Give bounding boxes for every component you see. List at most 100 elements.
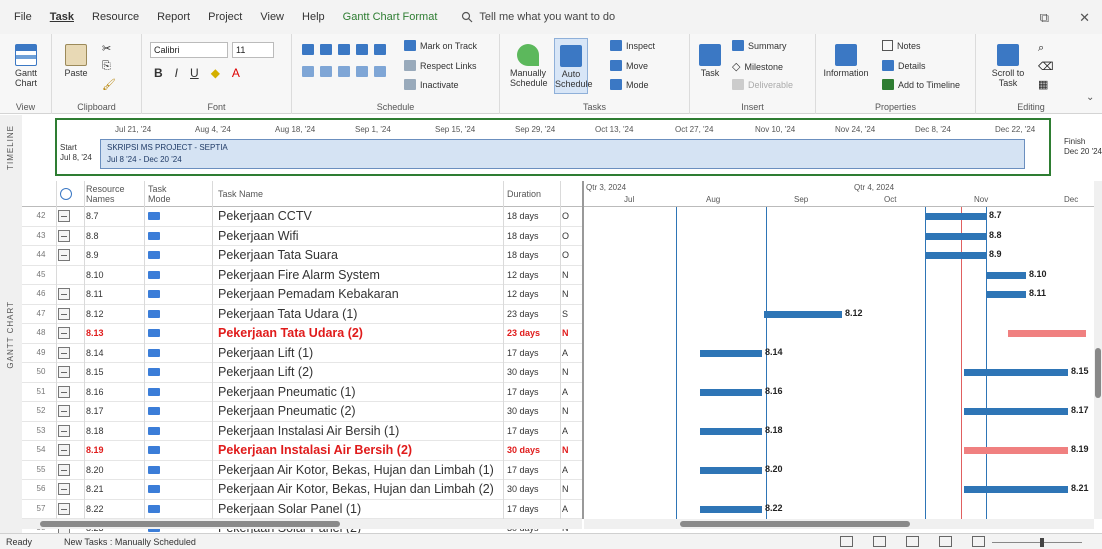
split-icon[interactable] (374, 66, 386, 77)
task-bar[interactable] (986, 291, 1026, 298)
task-bar[interactable] (1008, 330, 1086, 337)
task-name-cell[interactable]: Pekerjaan Wifi (218, 229, 299, 243)
duration-cell[interactable]: 23 days (507, 309, 539, 319)
team-planner-icon[interactable] (906, 536, 919, 547)
task-name-cell[interactable]: Pekerjaan Tata Udara (2) (218, 326, 363, 340)
start-cell[interactable]: N (562, 445, 569, 455)
resource-cell[interactable]: 8.13 (86, 328, 104, 338)
task-bar[interactable] (926, 232, 986, 240)
auto-schedule-button[interactable]: Auto Schedule (554, 38, 593, 94)
find-icon[interactable]: ⌕ (1038, 42, 1044, 55)
tell-me-box[interactable]: Tell me what you want to do (461, 11, 615, 23)
task-name-cell[interactable]: Pekerjaan Solar Panel (1) (218, 502, 361, 516)
start-cell[interactable]: N (562, 367, 569, 377)
indicator-icon[interactable] (58, 444, 70, 456)
italic-icon[interactable]: I (175, 66, 178, 80)
summary-button[interactable]: Summary (732, 40, 787, 51)
timeline-project-bar[interactable]: SKRIPSI MS PROJECT - SEPTIA Jul 8 '24 - … (100, 139, 1025, 169)
auto-schedule-mode-icon[interactable] (148, 368, 160, 376)
manually-schedule-button[interactable]: Manually Schedule (510, 44, 548, 88)
task-bar[interactable] (964, 486, 1068, 493)
task-usage-icon[interactable] (873, 536, 886, 547)
col-duration[interactable]: Duration (507, 189, 541, 199)
insert-task-button[interactable]: Task (696, 44, 724, 78)
highlight-icon[interactable]: ◆ (211, 66, 220, 80)
start-cell[interactable]: A (562, 465, 568, 475)
auto-schedule-mode-icon[interactable] (148, 504, 160, 513)
resource-cell[interactable]: 8.22 (86, 504, 104, 514)
duration-cell[interactable]: 30 days (507, 367, 539, 377)
menu-gantt-format[interactable]: Gantt Chart Format (343, 11, 438, 23)
start-cell[interactable]: A (562, 387, 568, 397)
table-row[interactable]: 48 8.13 Pekerjaan Tata Udara (2) 23 days N (22, 324, 582, 344)
resource-cell[interactable]: 8.20 (86, 465, 104, 475)
auto-schedule-mode-icon[interactable] (148, 485, 160, 493)
task-bar[interactable] (764, 310, 842, 318)
auto-schedule-mode-icon[interactable] (148, 231, 160, 240)
indicator-icon[interactable] (58, 424, 70, 437)
move-button[interactable]: Move (610, 60, 648, 71)
percent-0-icon[interactable] (302, 44, 314, 55)
collapse-ribbon-icon[interactable]: ⌄ (1086, 92, 1094, 103)
task-bar[interactable] (964, 447, 1068, 454)
menu-file[interactable]: File (14, 11, 32, 23)
task-bar[interactable] (700, 505, 762, 513)
table-row[interactable]: 42 8.7 Pekerjaan CCTV 18 days O (22, 207, 582, 227)
format-painter-icon[interactable]: 🖌 (102, 78, 116, 91)
auto-schedule-mode-icon[interactable] (148, 212, 160, 220)
menu-report[interactable]: Report (157, 11, 190, 23)
table-row[interactable]: 52 8.17 Pekerjaan Pneumatic (2) 30 days N (22, 402, 582, 422)
indicator-icon[interactable] (58, 502, 70, 515)
underline-icon[interactable]: U (190, 66, 199, 80)
duration-cell[interactable]: 17 days (507, 504, 539, 514)
auto-schedule-mode-icon[interactable] (148, 348, 160, 357)
start-cell[interactable]: S (562, 309, 568, 319)
table-row[interactable]: 57 8.22 Pekerjaan Solar Panel (1) 17 days A (22, 500, 582, 519)
chart-scroll-thumb[interactable] (680, 521, 910, 527)
indicator-icon[interactable] (58, 249, 70, 261)
scroll-to-task-button[interactable]: Scroll to Task (988, 44, 1028, 88)
auto-schedule-mode-icon[interactable] (148, 309, 160, 318)
task-bar[interactable] (700, 349, 762, 357)
table-row[interactable]: 47 8.12 Pekerjaan Tata Udara (1) 23 days S (22, 305, 582, 324)
start-cell[interactable]: N (562, 406, 569, 416)
info-column-icon[interactable] (60, 188, 72, 200)
auto-schedule-mode-icon[interactable] (148, 329, 160, 337)
fill-icon[interactable]: ▦ (1038, 78, 1048, 91)
outdent-icon[interactable] (302, 66, 314, 77)
vertical-scroll-thumb[interactable] (1095, 348, 1101, 398)
resource-cell[interactable]: 8.8 (86, 231, 99, 241)
start-cell[interactable]: N (562, 270, 569, 280)
duration-cell[interactable]: 17 days (507, 387, 539, 397)
indicator-icon[interactable] (58, 307, 70, 320)
task-name-cell[interactable]: Pekerjaan Tata Suara (218, 248, 338, 262)
resource-cell[interactable]: 8.18 (86, 426, 104, 436)
task-bar[interactable] (964, 369, 1068, 376)
task-name-cell[interactable]: Pekerjaan Instalasi Air Bersih (1) (218, 424, 399, 438)
menu-resource[interactable]: Resource (92, 11, 139, 23)
information-button[interactable]: Information (822, 44, 870, 78)
duration-cell[interactable]: 30 days (507, 406, 539, 416)
font-family-select[interactable]: Calibri (150, 42, 228, 58)
resource-cell[interactable]: 8.11 (86, 289, 103, 299)
start-cell[interactable]: O (562, 231, 569, 241)
restore-icon[interactable]: ⧉ (1040, 10, 1049, 26)
table-row[interactable]: 43 8.8 Pekerjaan Wifi 18 days O (22, 227, 582, 246)
percent-75-icon[interactable] (356, 44, 368, 55)
task-name-cell[interactable]: Pekerjaan Lift (1) (218, 346, 313, 360)
auto-schedule-mode-icon[interactable] (148, 426, 160, 435)
inspect-button[interactable]: Inspect (610, 40, 655, 51)
start-cell[interactable]: A (562, 504, 568, 514)
percent-100-icon[interactable] (374, 44, 386, 55)
task-bar[interactable] (700, 466, 762, 474)
indicator-icon[interactable] (58, 346, 70, 359)
menu-project[interactable]: Project (208, 11, 242, 23)
start-cell[interactable]: A (562, 426, 568, 436)
duration-cell[interactable]: 23 days (507, 328, 540, 338)
menu-view[interactable]: View (260, 11, 284, 23)
task-name-cell[interactable]: Pekerjaan Pneumatic (2) (218, 404, 356, 418)
task-bar[interactable] (926, 213, 986, 220)
indicator-icon[interactable] (58, 288, 70, 300)
task-name-cell[interactable]: Pekerjaan Lift (2) (218, 365, 313, 379)
menu-task[interactable]: Task (50, 11, 74, 23)
